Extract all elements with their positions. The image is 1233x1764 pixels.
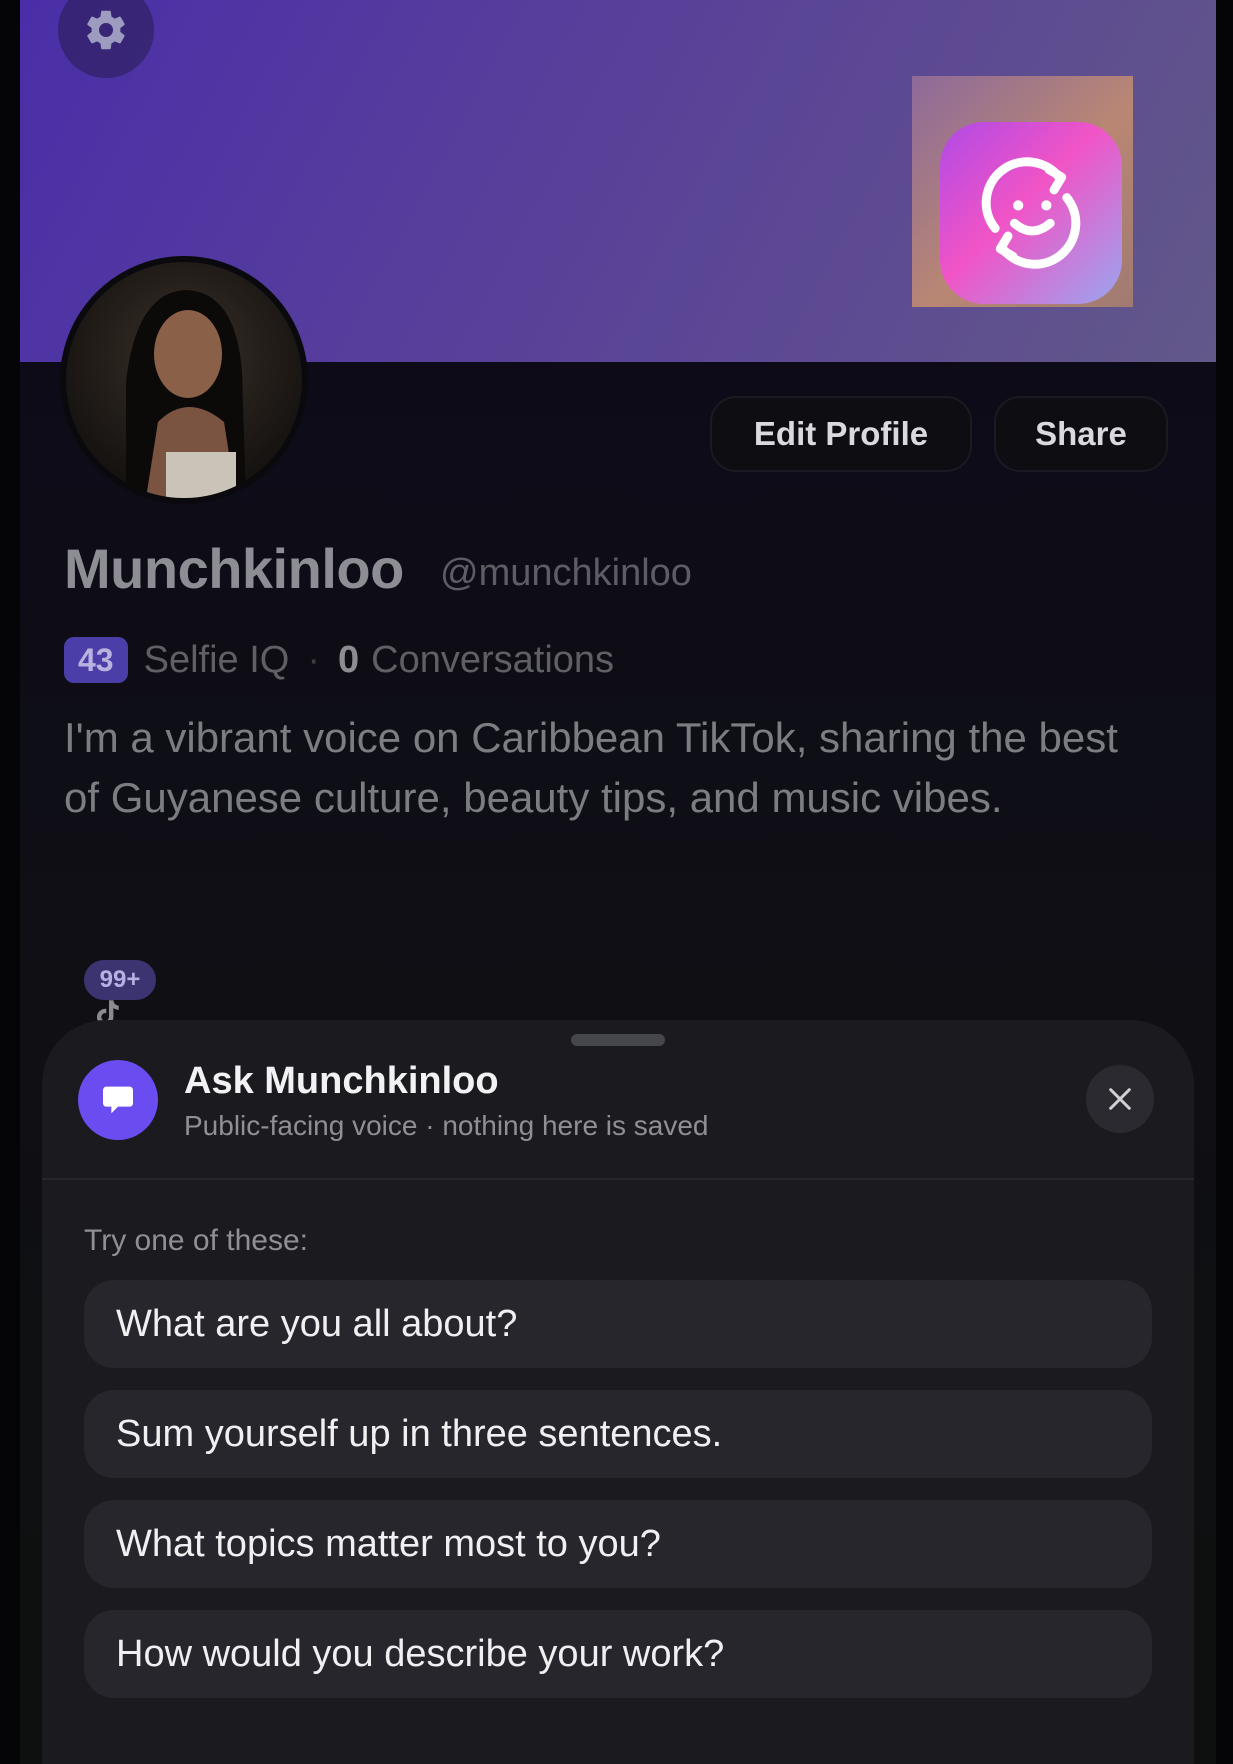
gear-icon	[87, 10, 125, 50]
sheet-divider	[42, 1178, 1194, 1180]
profile-screen: Edit Profile Share Munchkinloo @munchkin…	[20, 0, 1216, 1764]
suggestion-chip[interactable]: What are you all about?	[84, 1280, 1152, 1368]
profile-bio: I'm a vibrant voice on Caribbean TikTok,…	[64, 714, 1118, 821]
conversations-label: Conversations	[371, 638, 615, 681]
notification-badge: 99+	[84, 960, 156, 1000]
profile-stats: 43 Selfie IQ · 0 Conversations	[64, 636, 614, 684]
suggestion-chip[interactable]: What topics matter most to you?	[84, 1500, 1152, 1588]
conversations-count: 0	[337, 638, 360, 681]
selfie-iq-badge: 43	[64, 637, 128, 683]
edit-profile-button[interactable]: Edit Profile	[710, 396, 972, 472]
left-bezel	[0, 0, 20, 1764]
stats-separator: ·	[307, 638, 320, 681]
right-bezel	[1216, 0, 1233, 1764]
avatar[interactable]	[60, 256, 308, 504]
smiley-refresh-app-icon	[940, 122, 1122, 304]
sheet-grabber[interactable]	[571, 1034, 665, 1046]
sheet-title: Ask Munchkinloo	[184, 1060, 499, 1102]
ask-sheet: Ask Munchkinloo Public-facing voice · no…	[42, 1020, 1194, 1764]
share-button[interactable]: Share	[994, 396, 1168, 472]
chat-bubble-icon	[78, 1060, 158, 1140]
suggestion-chip[interactable]: Sum yourself up in three sentences.	[84, 1390, 1152, 1478]
profile-name: Munchkinloo	[64, 537, 404, 600]
close-icon	[1109, 1088, 1131, 1110]
settings-button[interactable]	[58, 0, 154, 78]
try-label: Try one of these:	[84, 1224, 309, 1257]
close-button[interactable]	[1086, 1065, 1154, 1133]
suggestion-chip[interactable]: How would you describe your work?	[84, 1610, 1152, 1698]
sheet-subtitle: Public-facing voice · nothing here is sa…	[184, 1110, 709, 1141]
selfie-iq-label: Selfie IQ	[143, 638, 290, 681]
app-icon-thumbnail	[912, 76, 1133, 307]
profile-handle: @munchkinloo	[440, 552, 692, 594]
